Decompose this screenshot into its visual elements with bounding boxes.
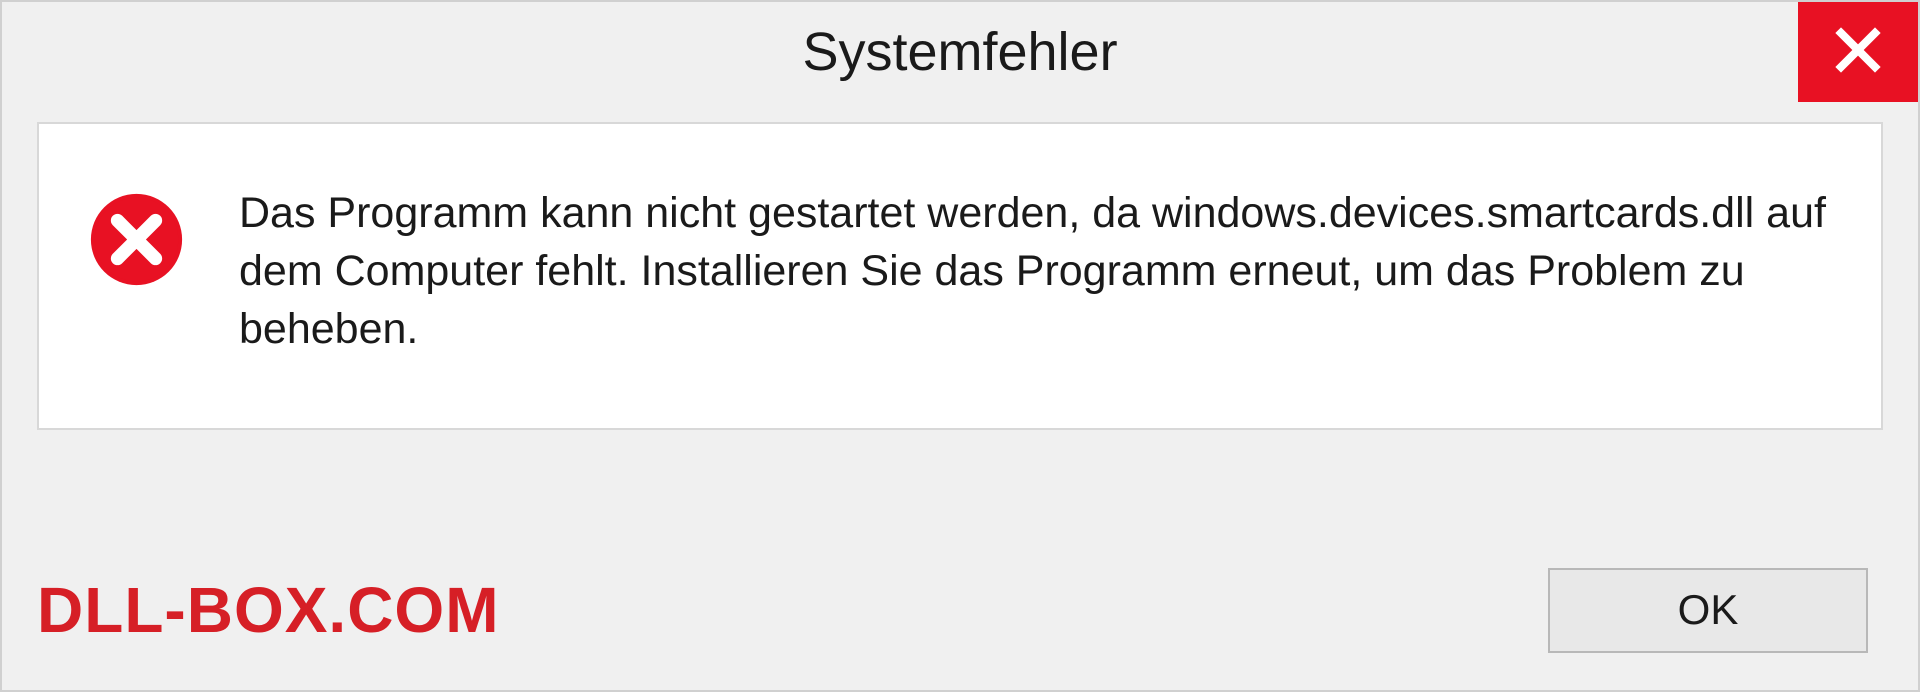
- dialog-title: Systemfehler: [802, 21, 1117, 83]
- error-icon: [89, 192, 184, 287]
- ok-button-label: OK: [1678, 586, 1739, 634]
- title-bar: Systemfehler: [2, 2, 1918, 102]
- content-panel: Das Programm kann nicht gestartet werden…: [37, 122, 1883, 430]
- close-icon: [1833, 25, 1883, 80]
- close-button[interactable]: [1798, 2, 1918, 102]
- error-dialog: Systemfehler Das Programm kann nicht ge: [0, 0, 1920, 692]
- footer-bar: DLL-BOX.COM OK: [2, 550, 1918, 690]
- watermark-text: DLL-BOX.COM: [37, 573, 500, 647]
- ok-button[interactable]: OK: [1548, 568, 1868, 653]
- error-icon-wrapper: [89, 184, 184, 287]
- error-message: Das Programm kann nicht gestartet werden…: [239, 184, 1826, 358]
